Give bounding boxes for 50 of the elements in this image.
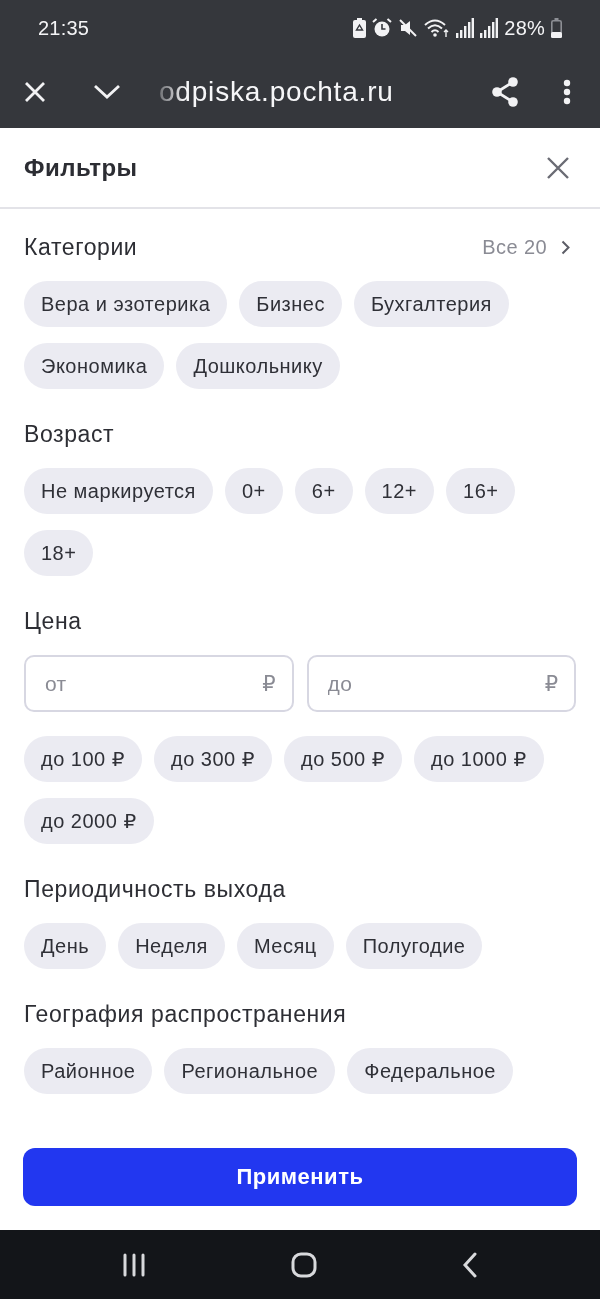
battery-icon [353,18,367,38]
filter-chip[interactable]: до 1000 ₽ [414,736,544,782]
filter-chip[interactable]: до 300 ₽ [154,736,272,782]
sheet-title: Фильтры [24,153,138,182]
filter-chip[interactable]: 0+ [224,468,283,514]
section-title: География распространения [24,1000,347,1028]
filter-chip[interactable]: Дошкольнику [176,343,340,389]
page-url: odpiska.pochta.ru [159,76,395,108]
filter-chip[interactable]: Экономика [24,343,165,389]
filter-chip[interactable]: Районное [24,1048,153,1094]
filter-chip[interactable]: 12+ [364,468,434,514]
filter-chip[interactable]: 6+ [294,468,353,514]
filter-chip[interactable]: Федеральное [347,1048,513,1094]
filter-chip[interactable]: до 500 ₽ [284,736,402,782]
signal-icon [456,18,475,38]
alarm-icon [372,18,393,38]
filter-chip[interactable]: Месяц [236,923,334,969]
recent-apps-button[interactable] [122,1252,146,1277]
share-button[interactable] [491,77,519,107]
filter-chip[interactable]: до 2000 ₽ [24,798,154,844]
battery-icon [551,18,562,38]
currency-sign: ₽ [262,671,276,696]
wifi-icon [424,18,451,38]
battery-percentage: 28% [504,16,545,40]
section-title: Возраст [24,420,115,448]
filter-chip[interactable]: Полугодие [345,923,483,969]
filter-chip[interactable]: Не маркируется [24,468,213,514]
close-button[interactable] [546,155,570,180]
filter-chip[interactable]: Неделя [118,923,225,969]
signal-icon [480,18,499,38]
mute-icon [398,18,419,38]
filter-chip[interactable]: Бухгалтерия [353,281,509,327]
currency-sign: ₽ [544,671,558,696]
filter-chip[interactable]: 18+ [24,530,94,576]
status-time: 21:35 [38,16,90,40]
more-options-button[interactable] [563,79,571,105]
filter-chip[interactable]: 16+ [446,468,516,514]
section-title: Цена [24,607,82,635]
filter-chip[interactable]: Вера и эзотерика [24,281,228,327]
filter-chip[interactable]: День [24,923,107,969]
section-title: Периодичность выхода [24,875,286,903]
apply-button[interactable]: Применить [23,1148,577,1206]
filter-chip[interactable]: Бизнес [239,281,342,327]
section-title: Категории [24,233,138,261]
back-button[interactable] [462,1251,478,1278]
chevron-down-button[interactable] [93,84,121,100]
filter-chip[interactable]: до 100 ₽ [24,736,142,782]
filter-chip[interactable]: Региональное [164,1048,336,1094]
chevron-right-icon [561,239,570,255]
home-button[interactable] [291,1251,317,1278]
